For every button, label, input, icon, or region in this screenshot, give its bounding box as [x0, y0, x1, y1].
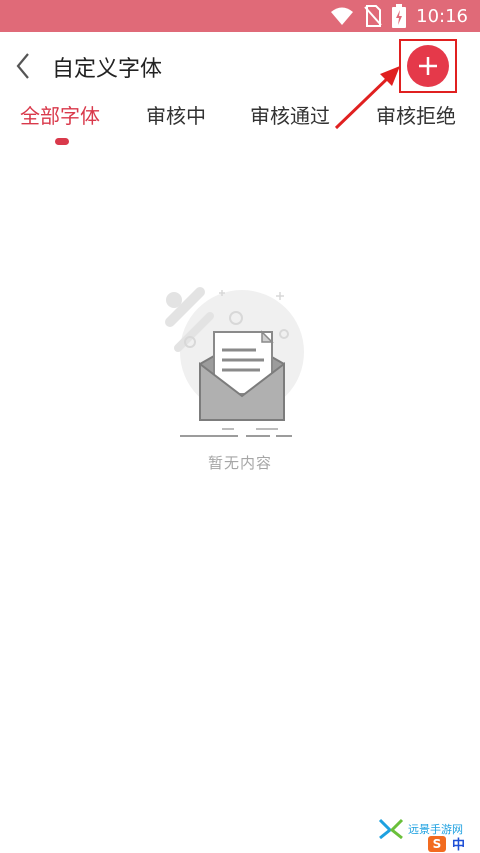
empty-envelope-icon [165, 287, 304, 437]
empty-state-text: 暂无内容 [207, 454, 272, 472]
plus-icon [419, 57, 437, 75]
status-bar: 10:16 [0, 0, 480, 32]
tab-rejected[interactable]: 审核拒绝 [376, 100, 456, 129]
tab-under-review[interactable]: 审核中 [146, 100, 206, 129]
status-time: 10:16 [416, 5, 468, 27]
chevron-left-icon [16, 53, 29, 79]
tab-all-fonts[interactable]: 全部字体 [20, 100, 100, 129]
page-title: 自定义字体 [52, 57, 163, 82]
back-button[interactable] [10, 50, 38, 82]
ime-mode-label: 中 [452, 838, 466, 853]
tab-bar: 全部字体 审核中 审核通过 审核拒绝 [0, 100, 480, 148]
no-sim-icon [364, 5, 382, 27]
ime-logo-icon: S [428, 835, 446, 852]
battery-charging-icon [392, 4, 407, 28]
active-tab-indicator [55, 138, 69, 145]
tab-approved[interactable]: 审核通过 [250, 100, 330, 129]
wifi-icon [331, 7, 354, 25]
status-icons: 10:16 [330, 4, 468, 28]
ime-indicator[interactable]: S 中 [428, 834, 465, 853]
watermark-logo-icon [378, 818, 404, 840]
add-font-button[interactable] [407, 45, 449, 87]
